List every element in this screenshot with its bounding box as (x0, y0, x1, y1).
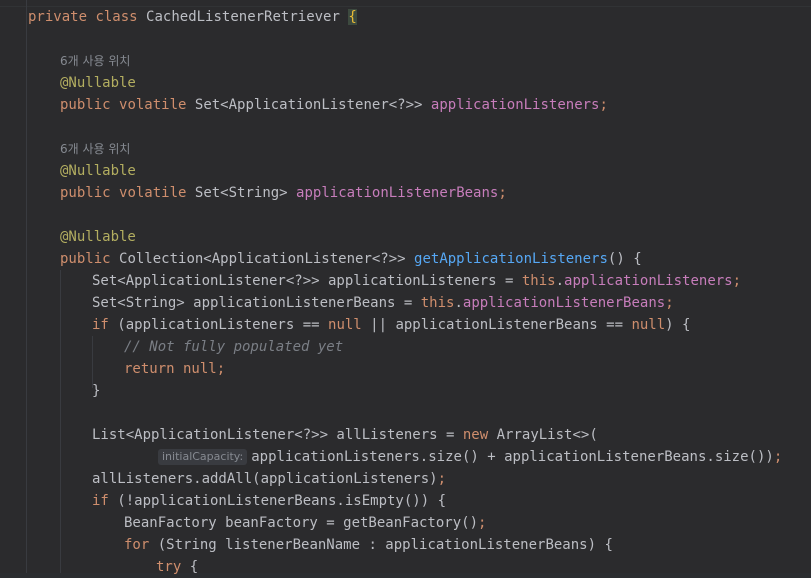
field-declaration[interactable]: public volatile Set<ApplicationListener<… (60, 94, 608, 116)
code-text: ArrayList<>( (488, 427, 598, 443)
method-params: () { (607, 251, 642, 267)
keyword: if (92, 317, 109, 333)
keyword: null (631, 317, 666, 333)
code-text: Set<ApplicationListener<?>> applicationL… (92, 273, 522, 289)
keyword: private (28, 9, 88, 25)
semicolon: ; (665, 295, 674, 311)
usage-hint[interactable]: 6개 사용 위치 (60, 138, 130, 160)
open-brace: { (348, 9, 357, 25)
code-text: applicationListeners.size() + applicatio… (251, 449, 774, 465)
code-text: . (454, 295, 463, 311)
field-name: applicationListenerBeans (462, 295, 666, 311)
indent-guide (60, 270, 61, 573)
code-text: Set<String> applicationListenerBeans = (92, 295, 421, 311)
comment: // Not fully populated yet (124, 339, 344, 355)
keyword: public (60, 251, 111, 267)
keyword: class (95, 9, 138, 25)
code-line[interactable]: } (92, 380, 100, 402)
keyword: null (174, 361, 217, 377)
code-text: List<ApplicationListener<?>> allListener… (92, 427, 463, 443)
type-name: Collection<ApplicationListener<?>> (119, 251, 406, 267)
keyword: new (462, 427, 489, 443)
usage-count-label[interactable]: 6개 사용 위치 (60, 54, 130, 68)
code-editor[interactable]: private class CachedListenerRetriever { … (0, 0, 811, 575)
code-line[interactable]: return null; (124, 358, 225, 380)
method-name: getApplicationListeners (414, 251, 608, 267)
code-text: (!applicationListenerBeans.isEmpty()) { (108, 493, 447, 509)
method-declaration[interactable]: public Collection<ApplicationListener<?>… (60, 248, 642, 270)
keyword: null (328, 317, 362, 333)
keyword: return (124, 361, 175, 377)
type-name: Set<String> (194, 185, 288, 201)
code-line[interactable]: allListeners.addAll(applicationListeners… (92, 468, 446, 490)
field-name: applicationListenerBeans (296, 185, 499, 201)
usage-count-label[interactable]: 6개 사용 위치 (60, 142, 130, 156)
class-name: CachedListenerRetriever (146, 9, 340, 25)
code-line[interactable]: initialCapacity: applicationListeners.siz… (158, 446, 782, 468)
keyword: volatile (119, 185, 187, 201)
code-text: . (555, 273, 565, 289)
code-line[interactable]: Set<ApplicationListener<?>> applicationL… (92, 270, 741, 292)
keyword: if (92, 493, 109, 509)
annotation: @Nullable (60, 163, 136, 179)
code-text: allListeners.addAll(applicationListeners… (92, 471, 438, 487)
class-declaration[interactable]: private class CachedListenerRetriever { (28, 6, 357, 28)
code-text: (String listenerBeanName : applicationLi… (149, 537, 613, 553)
semicolon: ; (478, 515, 487, 531)
semicolon: ; (599, 97, 608, 113)
keyword: public (60, 185, 111, 201)
keyword: this (521, 273, 556, 289)
semicolon: ; (773, 449, 783, 465)
comment-line[interactable]: // Not fully populated yet (124, 336, 343, 358)
field-declaration[interactable]: public volatile Set<String> applicationL… (60, 182, 507, 204)
code-line[interactable]: Set<String> applicationListenerBeans = t… (92, 292, 674, 314)
code-line[interactable]: BeanFactory beanFactory = getBeanFactory… (124, 512, 486, 534)
annotation-line[interactable]: @Nullable (60, 226, 136, 248)
field-name: applicationListeners (564, 273, 733, 289)
code-line[interactable]: for (String listenerBeanName : applicati… (124, 534, 613, 556)
semicolon: ; (437, 471, 447, 487)
keyword: volatile (119, 97, 187, 113)
code-text: (applicationListeners == (108, 317, 329, 333)
annotation-line[interactable]: @Nullable (60, 160, 136, 182)
annotation-line[interactable]: @Nullable (60, 72, 136, 94)
code-text: || applicationListenerBeans == (361, 317, 632, 333)
usage-hint[interactable]: 6개 사용 위치 (60, 50, 130, 72)
code-line[interactable]: if (!applicationListenerBeans.isEmpty())… (92, 490, 446, 512)
annotation: @Nullable (60, 229, 136, 245)
close-brace: } (92, 383, 101, 399)
code-line[interactable]: List<ApplicationListener<?>> allListener… (92, 424, 598, 446)
keyword: for (124, 537, 150, 553)
code-line[interactable]: try { (156, 556, 198, 578)
type-name: Set<ApplicationListener<?>> (194, 97, 423, 113)
code-text: ) { (665, 317, 691, 333)
semicolon: ; (498, 185, 507, 201)
annotation: @Nullable (60, 75, 136, 91)
field-name: applicationListeners (430, 97, 600, 113)
parameter-hint: initialCapacity: (158, 449, 248, 465)
code-line[interactable]: if (applicationListeners == null || appl… (92, 314, 690, 336)
code-text: BeanFactory beanFactory = getBeanFactory… (124, 515, 479, 531)
keyword: public (60, 97, 111, 113)
semicolon: ; (732, 273, 742, 289)
semicolon: ; (216, 361, 226, 377)
keyword: this (420, 295, 455, 311)
indent-guide (26, 0, 27, 573)
